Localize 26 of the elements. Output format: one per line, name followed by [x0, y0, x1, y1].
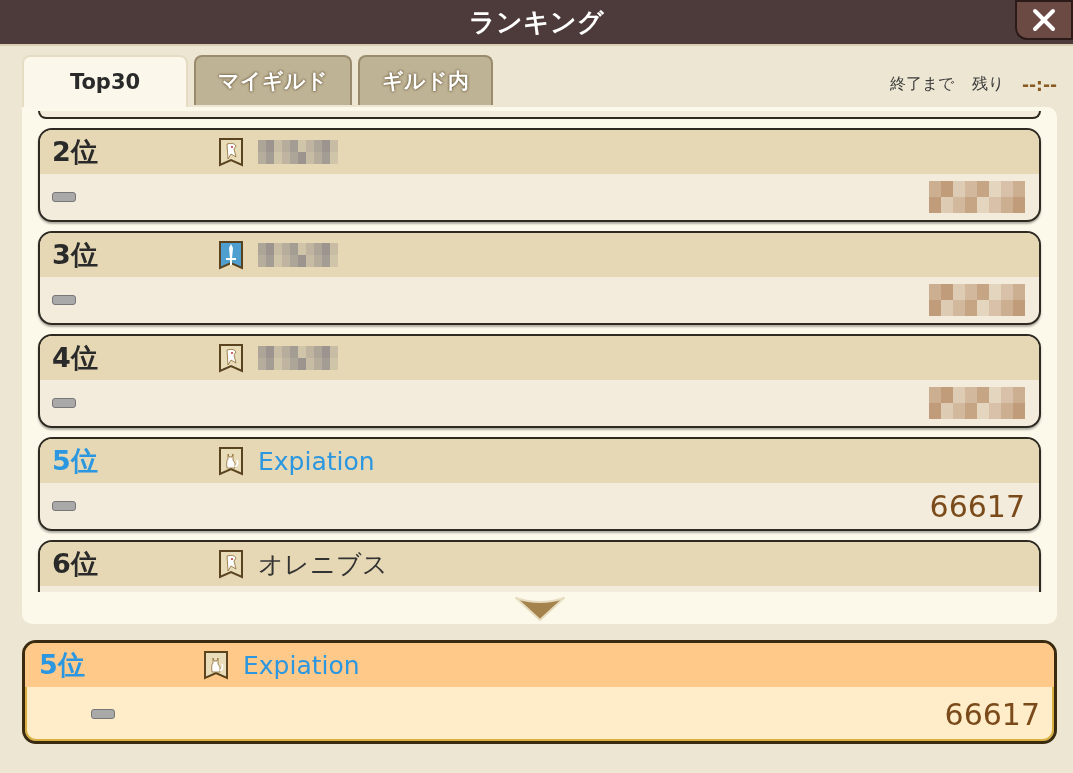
window-title: ランキング	[469, 5, 604, 39]
rank-label: 5位	[52, 444, 99, 478]
dash-icon	[52, 295, 76, 305]
scroll-down-arrow-icon[interactable]	[513, 594, 566, 622]
timer-label: 終了まで	[889, 74, 954, 95]
rank-label: 2位	[52, 135, 99, 169]
tab[interactable]: ギルド内	[358, 55, 493, 105]
remaining-label: 残り	[971, 74, 1004, 95]
dash-icon	[52, 192, 76, 202]
rank-label: 4位	[52, 341, 99, 375]
score-value: 66617	[944, 696, 1040, 732]
rank-label: 5位	[39, 648, 86, 682]
guild-name: Expiation	[243, 650, 360, 680]
close-icon	[1031, 7, 1057, 33]
dash-icon	[91, 709, 115, 719]
score-value: 66617	[929, 488, 1025, 524]
remaining-time: --:--	[1021, 74, 1057, 95]
guild-name: オレニブス	[258, 548, 388, 581]
dash-icon	[52, 501, 76, 511]
dash-icon	[52, 398, 76, 408]
tab[interactable]: Top30	[22, 55, 188, 107]
rank-label: 3位	[52, 238, 99, 272]
rank-label: 6位	[52, 547, 99, 581]
tab[interactable]: マイギルド	[194, 55, 352, 105]
close-button[interactable]	[1015, 0, 1073, 40]
guild-name: Expiation	[258, 446, 375, 476]
